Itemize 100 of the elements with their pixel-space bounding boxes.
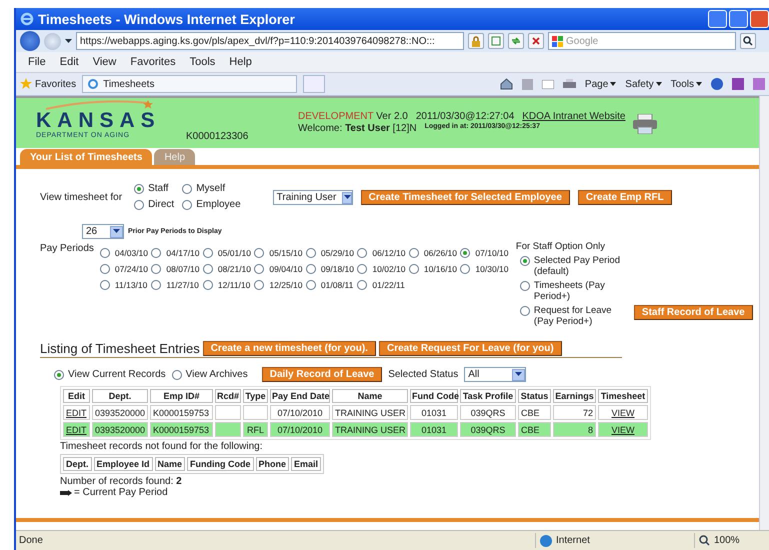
radio-button[interactable] — [460, 248, 470, 258]
view-for-label: View timesheet for — [40, 192, 122, 203]
radio-button[interactable] — [357, 264, 368, 274]
menu-item[interactable]: Help — [229, 56, 252, 68]
radio-button[interactable] — [202, 264, 213, 274]
status-select[interactable]: All — [464, 367, 526, 382]
table-cell: TRAINING USER — [332, 405, 408, 420]
table-cell: 72 — [553, 405, 596, 420]
home-icon[interactable] — [500, 78, 513, 90]
search-provider-icon — [552, 36, 563, 46]
column-header: Pay End Date — [270, 389, 330, 403]
column-header: Employee Id — [94, 457, 153, 471]
period-count-select[interactable]: 26 — [82, 224, 124, 239]
radio-button[interactable] — [202, 248, 213, 258]
maximize-button[interactable] — [729, 10, 748, 28]
radio-button[interactable] — [134, 184, 144, 194]
caret-icon[interactable] — [65, 38, 72, 44]
period-label: 12/25/10 — [269, 280, 303, 290]
search-icon[interactable] — [740, 33, 756, 49]
table-cell: 039QRS — [460, 405, 516, 420]
back-button[interactable] — [20, 31, 40, 51]
caret-icon[interactable] — [656, 82, 662, 86]
column-header: Funding Code — [187, 457, 254, 471]
command-menu[interactable]: Safety — [625, 78, 654, 90]
radio-button[interactable] — [306, 248, 316, 258]
favorites-button[interactable]: Favorites — [20, 78, 76, 90]
radio-button[interactable] — [520, 306, 530, 316]
scrollbar[interactable] — [759, 96, 769, 530]
radio-button[interactable] — [254, 264, 264, 274]
column-header: Dept. — [63, 457, 92, 471]
radio-button[interactable] — [54, 370, 64, 380]
status-filter-label: Selected Status — [388, 369, 458, 380]
employee-select[interactable]: Training User — [272, 190, 353, 205]
radio-button[interactable] — [151, 264, 162, 274]
radio-button[interactable] — [520, 281, 530, 291]
menu-item[interactable]: Favorites — [130, 56, 176, 68]
column-header: Task Profile — [460, 389, 516, 403]
radio-button[interactable] — [254, 280, 264, 290]
lock-icon[interactable] — [468, 33, 484, 49]
not-found-message: Timesheet records not found for the following: — [60, 441, 264, 452]
address-field[interactable]: https://webapps.aging.ks.gov/pls/apex_dvl/f?p=110:9:2014039764098278::NO::: — [76, 32, 464, 50]
radio-button[interactable] — [408, 264, 419, 274]
column-header: Type — [243, 389, 268, 403]
radio-button[interactable] — [134, 200, 144, 210]
caret-icon[interactable] — [696, 82, 702, 86]
intranet-link[interactable]: KDOA Intranet Website — [522, 111, 626, 122]
printer-icon[interactable] — [562, 78, 576, 90]
period-label: 06/12/10 — [372, 248, 406, 258]
radio-button[interactable] — [460, 264, 470, 274]
period-label: 09/18/10 — [320, 264, 354, 274]
radio-button[interactable] — [100, 280, 110, 290]
menu-item[interactable]: Edit — [60, 56, 79, 68]
legend-text: = Current Pay Period — [74, 487, 168, 498]
refresh-icon[interactable] — [508, 33, 524, 49]
column-header: Status — [518, 389, 551, 403]
column-header: Timesheet — [598, 389, 648, 403]
radio-button[interactable] — [182, 184, 192, 194]
radio-button[interactable] — [100, 248, 110, 258]
radio-button[interactable] — [151, 248, 162, 258]
radio-button[interactable] — [306, 264, 316, 274]
command-menu[interactable]: Page — [584, 78, 608, 90]
radio-button[interactable] — [357, 248, 368, 258]
radio-label: Employee — [196, 199, 241, 210]
zone-indicator: Internet — [540, 534, 690, 546]
table-cell: CBE — [518, 422, 551, 437]
period-label: 08/07/10 — [166, 264, 200, 274]
column-header: Rcd# — [215, 389, 241, 403]
radio-button[interactable] — [100, 264, 110, 274]
radio-button[interactable] — [254, 248, 264, 258]
radio-button[interactable] — [182, 200, 192, 210]
section-title: Listing of Timesheet Entries — [40, 341, 200, 356]
window-title: Timesheets - Windows Internet Explorer — [38, 12, 295, 26]
environment-label: DEVELOPMENT Ver 2.0 — [298, 111, 408, 122]
pay-periods-label: Pay Periods — [40, 243, 94, 254]
zoom-control[interactable]: 100% — [699, 535, 769, 546]
close-button[interactable] — [750, 10, 769, 28]
radio-button[interactable] — [408, 248, 419, 258]
caret-icon[interactable] — [610, 82, 616, 86]
table-cell: 0393520000 — [92, 405, 148, 420]
radio-button[interactable] — [520, 256, 530, 266]
menu-item[interactable]: Tools — [190, 56, 216, 68]
radio-button[interactable] — [306, 280, 316, 290]
table-cell: 01031 — [410, 405, 458, 420]
radio-label: View Archives — [186, 369, 248, 380]
period-label: 05/01/10 — [218, 248, 252, 258]
menu-item[interactable]: View — [92, 56, 116, 68]
radio-button[interactable] — [151, 280, 162, 290]
stop-icon[interactable] — [528, 33, 544, 49]
printer-icon[interactable] — [633, 114, 657, 134]
radio-button[interactable] — [357, 280, 368, 290]
minimize-button[interactable] — [708, 10, 727, 28]
browser-tab[interactable]: Timesheets — [82, 75, 298, 93]
period-label: 10/02/10 — [372, 264, 406, 274]
radio-button[interactable] — [202, 280, 213, 290]
radio-button[interactable] — [172, 370, 182, 380]
command-menu[interactable]: Tools — [670, 78, 694, 90]
period-label: 05/15/10 — [269, 248, 303, 258]
table-cell: K0000159753 — [150, 422, 213, 437]
menu-item[interactable]: File — [28, 56, 46, 68]
status-text: Done — [19, 535, 43, 546]
